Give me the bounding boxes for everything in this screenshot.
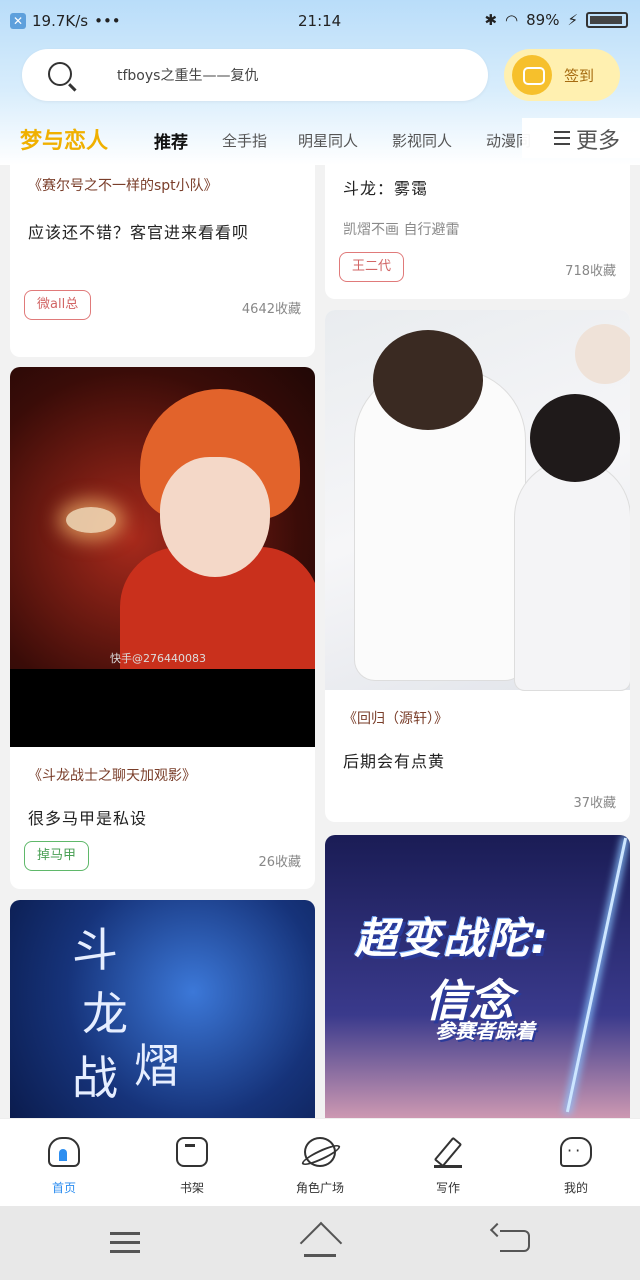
more-label: 更多 [576, 129, 621, 154]
cover-char: 熠 [134, 1039, 180, 1093]
cover-subtitle: 参赛者踪着 [435, 1019, 535, 1043]
story-card[interactable]: 斗 龙 战 熠 [10, 900, 315, 1118]
favorite-count: 4642收藏 [241, 302, 301, 317]
tab-all-fingers[interactable]: 全手指 [222, 130, 267, 151]
favorite-count: 37收藏 [573, 796, 616, 811]
signin-button[interactable]: 签到 [504, 49, 620, 101]
status-left: ✕ 19.7K/s ••• [10, 12, 121, 30]
story-title: 《斗龙战士之聊天加观影》 [28, 768, 196, 784]
story-card[interactable]: 斗龙：雾霭 凯熠不画 自行避雷 王二代 718收藏 [325, 165, 630, 299]
planet-icon [304, 1137, 336, 1167]
bottom-navigation: 首页 书架 角色广场 写作 我的 [0, 1118, 640, 1206]
status-right: ✱ ◠ 89% ⚡ [484, 11, 628, 29]
story-feed[interactable]: 《赛尔号之不一样的spt小队》 应该还不错？客官进来看看呗 微all总 4642… [0, 165, 640, 1118]
cover-char: 龙 [82, 987, 128, 1041]
back-icon[interactable] [500, 1230, 530, 1252]
cover-title-line1: 超变战陀: [355, 914, 550, 963]
notification-icon: ✕ [10, 13, 26, 29]
system-navigation-bar [0, 1206, 640, 1280]
search-bar[interactable]: tfboys之重生——复仇 [22, 49, 488, 101]
nav-write[interactable]: 写作 [384, 1119, 512, 1207]
nav-home[interactable]: 首页 [0, 1119, 128, 1207]
network-speed: 19.7K/s [32, 12, 89, 30]
tab-recommend[interactable]: 推荐 [154, 128, 188, 153]
person-left-head [373, 330, 483, 430]
story-description: 后期会有点黄 [343, 752, 446, 771]
cover-char: 斗 [72, 923, 118, 977]
search-icon [48, 62, 72, 86]
battery-icon [586, 12, 628, 28]
home-icon [48, 1137, 80, 1167]
coin-icon [512, 55, 552, 95]
story-card[interactable]: 快手@276440083 《斗龙战士之聊天加观影》 很多马甲是私设 掉马甲 26… [10, 367, 315, 889]
search-placeholder: tfboys之重生——复仇 [117, 68, 259, 84]
story-card[interactable]: 超变战陀: 信念 参赛者踪着 [325, 835, 630, 1118]
tab-celebrity-fanfic[interactable]: 明星同人 [298, 130, 358, 151]
story-description: 应该还不错？客官进来看看呗 [28, 223, 250, 242]
tab-brand[interactable]: 梦与恋人 [20, 123, 108, 155]
cover-watermark: 快手@276440083 [110, 652, 206, 665]
status-bar: ✕ 19.7K/s ••• 21:14 ✱ ◠ 89% ⚡ [0, 0, 640, 44]
chat-icon [560, 1137, 592, 1167]
story-tag[interactable]: 王二代 [339, 252, 405, 282]
person-right-head [530, 394, 620, 482]
story-tag[interactable]: 微all总 [24, 290, 92, 320]
story-title: 《回归（源轩）》 [343, 711, 448, 727]
cover-char: 战 [72, 1051, 118, 1105]
story-cover-image [325, 310, 630, 690]
menu-icon [554, 131, 570, 133]
more-notifications: ••• [94, 12, 121, 30]
recent-apps-icon[interactable] [110, 1232, 140, 1235]
cover-bottom-bar [10, 669, 315, 747]
person-right [515, 460, 630, 690]
nav-bookshelf[interactable]: 书架 [128, 1119, 256, 1207]
nav-label: 角色广场 [295, 1181, 344, 1195]
more-categories-button[interactable]: 更多 [522, 118, 640, 158]
category-tabs: 梦与恋人 推荐 全手指 明星同人 影视同人 动漫同 更多 [0, 118, 640, 162]
nav-label: 我的 [563, 1181, 588, 1195]
favorite-count: 718收藏 [565, 264, 616, 279]
story-card[interactable]: 《回归（源轩）》 后期会有点黄 37收藏 [325, 310, 630, 822]
tab-film-fanfic[interactable]: 影视同人 [392, 130, 452, 151]
wifi-icon: ◠ [505, 11, 519, 29]
battery-percent: 89% [526, 11, 560, 29]
story-tag[interactable]: 掉马甲 [24, 841, 90, 871]
story-cover-image: 斗 龙 战 熠 [10, 900, 315, 1118]
signin-label: 签到 [564, 67, 595, 85]
system-home-icon[interactable] [300, 1232, 340, 1258]
charging-icon: ⚡ [567, 11, 578, 29]
person-back-head [575, 324, 630, 384]
lightning-decoration [565, 837, 628, 1113]
story-subtitle: 凯熠不画 自行避雷 [343, 222, 460, 238]
pen-icon [432, 1137, 464, 1168]
nav-character-plaza[interactable]: 角色广场 [256, 1119, 384, 1207]
character-face [160, 457, 270, 577]
story-title: 斗龙：雾霭 [343, 179, 429, 198]
clock: 21:14 [298, 12, 342, 30]
bookshelf-icon [176, 1137, 208, 1167]
bluetooth-icon: ✱ [484, 11, 498, 29]
story-card[interactable]: 《赛尔号之不一样的spt小队》 应该还不错？客官进来看看呗 微all总 4642… [10, 165, 315, 357]
story-description: 很多马甲是私设 [28, 809, 148, 828]
nav-profile[interactable]: 我的 [512, 1119, 640, 1207]
nav-label: 写作 [435, 1181, 460, 1195]
story-title: 《赛尔号之不一样的spt小队》 [28, 178, 218, 194]
nav-label: 首页 [51, 1181, 76, 1195]
story-cover-image: 快手@276440083 [10, 367, 315, 747]
story-cover-image: 超变战陀: 信念 参赛者踪着 [325, 835, 630, 1118]
butterfly-glow [66, 507, 116, 533]
favorite-count: 26收藏 [258, 855, 301, 870]
nav-label: 书架 [179, 1181, 204, 1195]
